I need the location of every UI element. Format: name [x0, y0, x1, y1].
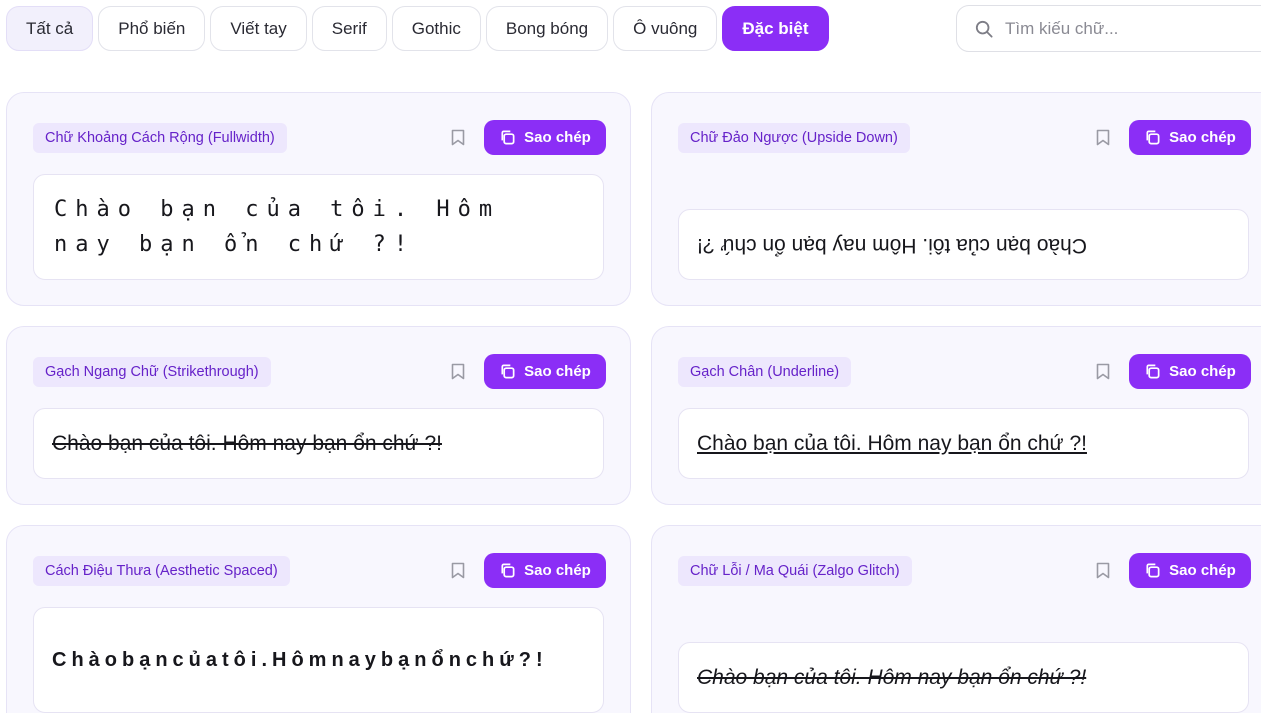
style-card-underline: Gạch Chân (Underline) Sao chép Chào bạn … — [651, 326, 1261, 505]
tab-popular[interactable]: Phổ biến — [98, 6, 206, 51]
tab-special[interactable]: Đặc biệt — [722, 6, 829, 51]
copy-button[interactable]: Sao chép — [1129, 354, 1251, 389]
bookmark-icon[interactable] — [1096, 562, 1110, 579]
copy-button[interactable]: Sao chép — [484, 354, 606, 389]
tab-square[interactable]: Ô vuông — [613, 6, 718, 51]
copy-button[interactable]: Sao chép — [484, 553, 606, 588]
search-box[interactable] — [956, 5, 1261, 52]
copy-icon — [501, 563, 515, 578]
copy-icon — [501, 130, 515, 145]
styled-output[interactable]: Chàobạncủatôi.Hômnaybạnổnchứ?! — [33, 607, 604, 713]
style-card-aesthetic-spaced: Cách Điệu Thưa (Aesthetic Spaced) Sao ch… — [6, 525, 631, 713]
styled-output[interactable]: Chào bạn của tôi. Hôm nay bạn ổn chứ ?! — [678, 642, 1249, 713]
copy-icon — [501, 364, 515, 379]
copy-icon — [1146, 563, 1160, 578]
copy-button[interactable]: Sao chép — [1129, 553, 1251, 588]
category-tabs: Tất cả Phổ biến Viết tay Serif Gothic Bo… — [6, 6, 829, 51]
search-input[interactable] — [1005, 18, 1261, 39]
styled-output[interactable]: Chào bạn của tôi. Hôm nay bạn ổn chứ ?! — [678, 209, 1249, 280]
output-text: Chào bạn của tôi. Hôm nay bạn ổn chứ ?! — [52, 431, 442, 455]
copy-button-label: Sao chép — [1169, 129, 1236, 146]
style-name-badge: Chữ Đảo Ngược (Upside Down) — [678, 123, 910, 153]
bookmark-icon[interactable] — [451, 562, 465, 579]
style-card-zalgo: Chữ Lỗi / Ma Quái (Zalgo Glitch) Sao ché… — [651, 525, 1261, 713]
bookmark-icon[interactable] — [451, 129, 465, 146]
styled-output[interactable]: Chào bạn của tôi. Hôm nay bạn ổn chứ ?! — [678, 408, 1249, 479]
style-name-badge: Chữ Khoảng Cách Rộng (Fullwidth) — [33, 123, 287, 153]
styled-output[interactable]: Chào bạn của tôi. Hôm nay bạn ổn chứ ?! — [33, 408, 604, 479]
copy-button[interactable]: Sao chép — [1129, 120, 1251, 155]
copy-button-label: Sao chép — [524, 129, 591, 146]
style-name-badge: Gạch Chân (Underline) — [678, 357, 852, 387]
copy-button-label: Sao chép — [1169, 562, 1236, 579]
search-icon — [975, 20, 993, 38]
tab-bubble[interactable]: Bong bóng — [485, 6, 609, 51]
output-text: Chào bạn của tôi. Hôm nay bạn ổn chứ ?! — [697, 665, 1087, 689]
copy-button-label: Sao chép — [1169, 363, 1236, 380]
style-name-badge: Chữ Lỗi / Ma Quái (Zalgo Glitch) — [678, 556, 912, 586]
style-name-badge: Cách Điệu Thưa (Aesthetic Spaced) — [33, 556, 290, 586]
bookmark-icon[interactable] — [451, 363, 465, 380]
copy-icon — [1146, 130, 1160, 145]
styled-output[interactable]: Chào bạn của tôi. Hôm nay bạn ổn chứ ?! — [33, 174, 604, 280]
style-card-upside-down: Chữ Đảo Ngược (Upside Down) Sao chép Chà… — [651, 92, 1261, 306]
output-text: Chào bạn của tôi. Hôm nay bạn ổn chứ ?! — [697, 233, 1087, 257]
copy-button-label: Sao chép — [524, 363, 591, 380]
tab-serif[interactable]: Serif — [311, 6, 387, 51]
tab-gothic[interactable]: Gothic — [391, 6, 481, 51]
font-generator-page: Tất cả Phổ biến Viết tay Serif Gothic Bo… — [0, 0, 1261, 713]
copy-button-label: Sao chép — [524, 562, 591, 579]
style-card-fullwidth: Chữ Khoảng Cách Rộng (Fullwidth) Sao ché… — [6, 92, 631, 306]
tab-all[interactable]: Tất cả — [6, 6, 94, 51]
style-name-badge: Gạch Ngang Chữ (Strikethrough) — [33, 357, 271, 387]
style-card-strikethrough: Gạch Ngang Chữ (Strikethrough) Sao chép … — [6, 326, 631, 505]
bookmark-icon[interactable] — [1096, 363, 1110, 380]
copy-button[interactable]: Sao chép — [484, 120, 606, 155]
tab-handwriting[interactable]: Viết tay — [210, 6, 307, 51]
bookmark-icon[interactable] — [1096, 129, 1110, 146]
output-text: Chào bạn của tôi. Hôm nay bạn ổn chứ ?! — [697, 431, 1087, 455]
copy-icon — [1146, 364, 1160, 379]
